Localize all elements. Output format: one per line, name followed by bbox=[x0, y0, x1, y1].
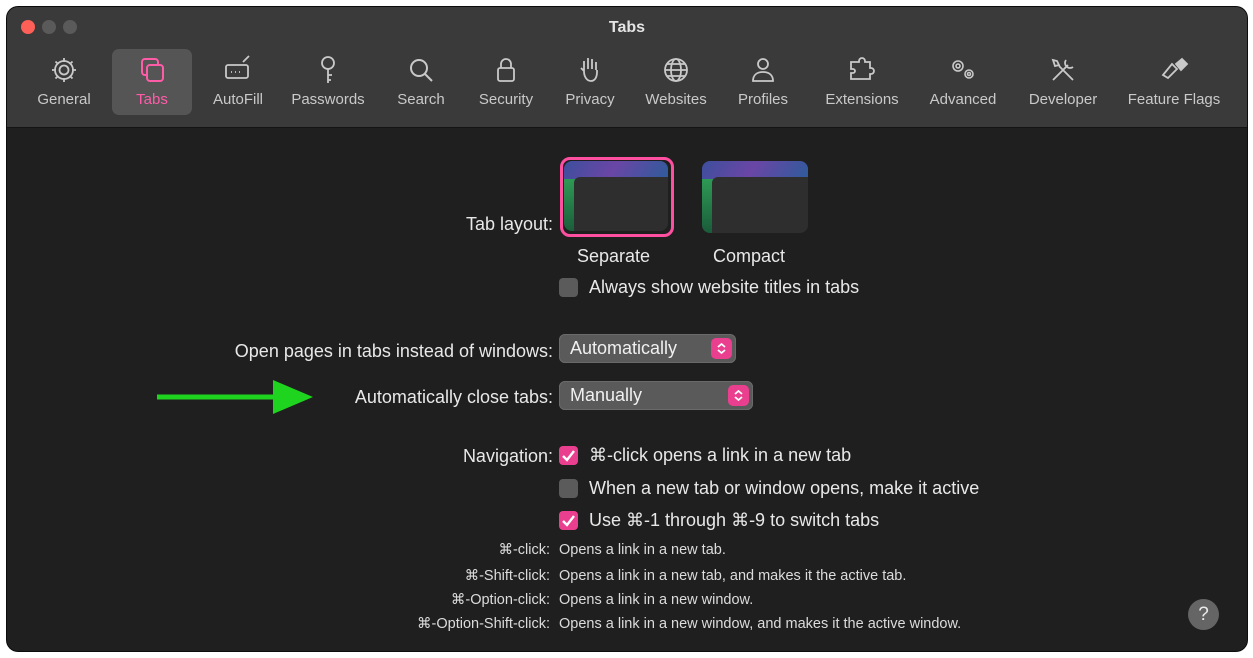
wrench-screwdriver-icon bbox=[1017, 55, 1109, 85]
separate-layout-thumbnail[interactable] bbox=[564, 161, 668, 231]
toolbar-extensions[interactable]: Extensions bbox=[813, 49, 911, 115]
open-pages-value: Automatically bbox=[570, 338, 678, 358]
toolbar-advanced[interactable]: Advanced bbox=[919, 49, 1007, 115]
hand-icon bbox=[553, 55, 627, 85]
cmd-number-label: Use ⌘-1 through ⌘-9 to switch tabs bbox=[589, 510, 880, 530]
toolbar-label: Profiles bbox=[737, 91, 789, 108]
cmd-click-checkbox[interactable] bbox=[559, 446, 578, 465]
tabs-icon bbox=[112, 55, 192, 85]
toolbar-label: Feature Flags bbox=[1127, 91, 1221, 108]
annotation-arrow bbox=[157, 380, 313, 414]
title-bar: Tabs General Tabs AutoFill Passwords Sea… bbox=[7, 7, 1247, 128]
compact-layout-thumbnail[interactable] bbox=[702, 161, 808, 233]
make-active-label: When a new tab or window opens, make it … bbox=[589, 478, 980, 498]
navigation-label: Navigation: bbox=[462, 446, 553, 466]
flags-icon bbox=[1115, 55, 1233, 85]
toolbar-search[interactable]: Search bbox=[385, 49, 457, 115]
toolbar-label: Passwords bbox=[291, 91, 365, 108]
shortcut-key: ⌘-Shift-click: bbox=[464, 568, 550, 584]
autofill-icon bbox=[200, 55, 276, 85]
always-show-titles-checkbox[interactable] bbox=[559, 278, 578, 297]
auto-close-value: Manually bbox=[570, 385, 643, 405]
toolbar-privacy[interactable]: Privacy bbox=[553, 49, 627, 115]
always-show-titles-label: Always show website titles in tabs bbox=[589, 277, 860, 297]
toolbar-general[interactable]: General bbox=[26, 49, 102, 115]
separate-option-label: Separate bbox=[577, 246, 651, 266]
toolbar-profiles[interactable]: Profiles bbox=[725, 49, 801, 115]
auto-close-popup[interactable]: Manually bbox=[559, 381, 753, 410]
toolbar-label: Security bbox=[478, 91, 534, 108]
open-pages-popup[interactable]: Automatically bbox=[559, 334, 736, 363]
toolbar-label: Extensions bbox=[825, 91, 899, 108]
make-active-checkbox[interactable] bbox=[559, 479, 578, 498]
toolbar-passwords[interactable]: Passwords bbox=[283, 49, 373, 115]
puzzle-icon bbox=[813, 55, 911, 85]
search-icon bbox=[385, 55, 457, 85]
tab-layout-label: Tab layout: bbox=[465, 214, 553, 234]
toolbar-label: Developer bbox=[1028, 91, 1098, 108]
shortcut-key: ⌘-click: bbox=[498, 542, 550, 558]
shortcut-key: ⌘-Option-Shift-click: bbox=[417, 616, 550, 632]
toolbar-label: Privacy bbox=[565, 91, 615, 108]
help-button[interactable]: ? bbox=[1188, 599, 1219, 630]
shortcut-desc: Opens a link in a new window. bbox=[559, 592, 754, 608]
toolbar-label: AutoFill bbox=[212, 91, 264, 108]
key-icon bbox=[283, 55, 373, 85]
compact-option-label: Compact bbox=[713, 246, 786, 266]
shortcut-desc: Opens a link in a new window, and makes … bbox=[559, 616, 962, 632]
gears-icon bbox=[919, 55, 1007, 85]
toolbar-websites[interactable]: Websites bbox=[635, 49, 717, 115]
person-icon bbox=[725, 55, 801, 85]
shortcut-key: ⌘-Option-click: bbox=[450, 592, 550, 608]
toolbar-label: Websites bbox=[645, 91, 707, 108]
gear-icon bbox=[26, 55, 102, 85]
lock-icon bbox=[467, 55, 545, 85]
cmd-number-checkbox[interactable] bbox=[559, 511, 578, 530]
chevron-up-down-icon bbox=[728, 385, 749, 406]
toolbar-feature-flags[interactable]: Feature Flags bbox=[1115, 49, 1233, 115]
auto-close-label: Automatically close tabs: bbox=[354, 387, 553, 407]
shortcut-desc: Opens a link in a new tab, and makes it … bbox=[559, 568, 907, 584]
toolbar-label: Tabs bbox=[136, 91, 168, 108]
chevron-up-down-icon bbox=[711, 338, 732, 359]
globe-icon bbox=[635, 55, 717, 85]
preferences-window: Tabs General Tabs AutoFill Passwords Sea… bbox=[7, 7, 1247, 651]
toolbar-label: Search bbox=[397, 91, 445, 108]
open-pages-label: Open pages in tabs instead of windows: bbox=[234, 341, 553, 361]
shortcut-desc: Opens a link in a new tab. bbox=[559, 542, 726, 558]
window-title: Tabs bbox=[608, 19, 646, 36]
toolbar-developer[interactable]: Developer bbox=[1017, 49, 1109, 115]
toolbar-label: General bbox=[37, 91, 91, 108]
toolbar-security[interactable]: Security bbox=[467, 49, 545, 115]
toolbar-label: Advanced bbox=[929, 91, 997, 108]
toolbar-tabs[interactable]: Tabs bbox=[112, 49, 192, 115]
cmd-click-label: ⌘-click opens a link in a new tab bbox=[589, 445, 852, 465]
toolbar-autofill[interactable]: AutoFill bbox=[200, 49, 276, 115]
